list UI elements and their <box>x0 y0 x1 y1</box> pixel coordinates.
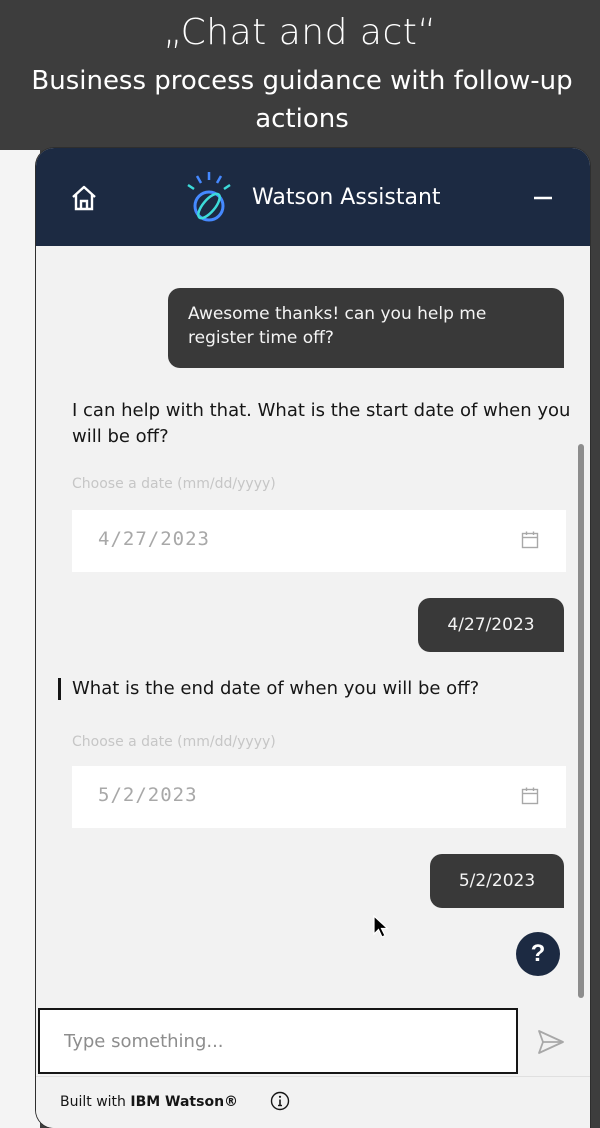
bot-message: What is the end date of when you will be… <box>72 678 480 699</box>
watson-logo-icon <box>187 172 231 222</box>
help-button[interactable]: ? <box>516 932 560 976</box>
chat-header: Watson Assistant <box>36 148 590 246</box>
focus-indicator <box>58 678 61 700</box>
end-date-field[interactable]: 5/2/2023 <box>72 766 566 828</box>
user-message: 4/27/2023 <box>418 598 564 652</box>
chat-transcript[interactable]: Awesome thanks! can you help me register… <box>36 246 590 1006</box>
composer <box>36 1006 590 1076</box>
bot-message: I can help with that. What is the start … <box>72 400 571 447</box>
start-date-value: 4/27/2023 <box>98 528 210 550</box>
chat-widget: Watson Assistant Awesome thanks! can you… <box>36 148 590 1128</box>
date-hint: Choose a date (mm/dd/yyyy) <box>72 476 276 492</box>
footer-text: Built with IBM Watson® <box>60 1094 238 1110</box>
scrollbar[interactable] <box>578 444 584 998</box>
date-hint: Choose a date (mm/dd/yyyy) <box>72 734 276 750</box>
calendar-icon[interactable] <box>520 530 540 550</box>
background-slide <box>0 150 40 1128</box>
calendar-icon[interactable] <box>520 786 540 806</box>
minimize-icon[interactable] <box>530 182 556 212</box>
home-icon[interactable] <box>70 184 98 212</box>
footer: Built with IBM Watson® <box>36 1076 590 1128</box>
user-message: Awesome thanks! can you help me register… <box>168 288 564 368</box>
slide-subtitle: Business process guidance with follow-up… <box>31 66 573 134</box>
mouse-cursor-icon <box>373 914 390 938</box>
footer-prefix: Built with <box>60 1094 131 1110</box>
end-date-value: 5/2/2023 <box>98 784 198 806</box>
user-message: 5/2/2023 <box>430 854 564 908</box>
message-input[interactable] <box>38 1008 518 1074</box>
start-date-field[interactable]: 4/27/2023 <box>72 510 566 572</box>
slide-title: „Chat and act“ <box>163 12 437 53</box>
info-icon[interactable] <box>270 1091 290 1111</box>
footer-brand: IBM Watson® <box>130 1094 239 1110</box>
send-icon[interactable] <box>536 1028 566 1056</box>
header-title: Watson Assistant <box>252 185 441 210</box>
